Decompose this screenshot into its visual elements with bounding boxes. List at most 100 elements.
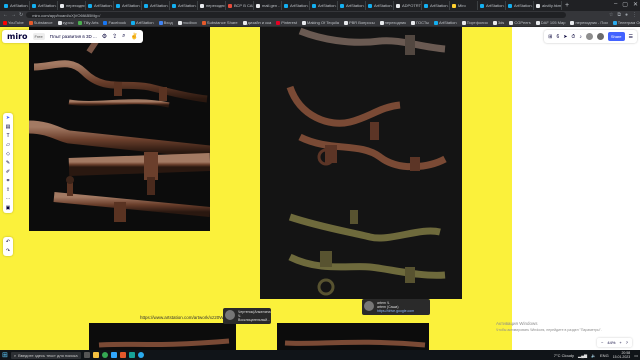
pipe-render-1[interactable] xyxy=(29,27,210,231)
zoom-in-icon[interactable]: + xyxy=(619,340,621,345)
shape-icon[interactable]: ◇ xyxy=(6,151,10,157)
browser-tab[interactable]: ADPOTRT 6880 xyxy=(394,1,422,10)
browser-tab[interactable]: переходник - Пои xyxy=(198,1,226,10)
comment-bubble-2[interactable]: artem Ч. artem (Саша) https://drive.goog… xyxy=(362,299,430,315)
board-link-text[interactable]: https://www.artstation.com/artwork/xz20W… xyxy=(140,315,229,320)
browser-tab[interactable]: ArtStation - Old xyxy=(30,1,58,10)
bookmark-item[interactable]: Substance xyxy=(28,20,53,25)
bookmark-item[interactable]: ГОСТы xyxy=(411,20,429,25)
redo-icon[interactable]: ↷ xyxy=(6,248,10,254)
share-button[interactable]: Share xyxy=(607,32,625,41)
text-icon[interactable]: T xyxy=(6,133,9,139)
bookmark-item[interactable]: YouTube xyxy=(3,20,24,25)
grid-icon[interactable]: ⊞ xyxy=(548,34,552,40)
comment-bubble-1[interactable]: Чертенок(Анжелина Ч. Восклицательный... xyxy=(223,308,271,324)
language-indicator[interactable]: ENG xyxy=(600,353,609,358)
timer-icon[interactable]: ⏱ xyxy=(571,34,575,40)
bookmark-item[interactable]: PBR Вопросы xyxy=(343,20,375,25)
browser-tab[interactable]: ВСР В САРАТО xyxy=(226,1,254,10)
task-view-icon[interactable] xyxy=(83,352,90,358)
browser-tab[interactable]: ArtStation - Sec xyxy=(282,1,310,10)
bookmark-item[interactable]: ArtStation xyxy=(433,20,457,25)
upload-icon[interactable]: ⇧ xyxy=(6,187,10,193)
comment-icon[interactable]: ✐ xyxy=(6,169,10,175)
browser-tab[interactable]: ArtStation - Mari xyxy=(142,1,170,10)
template-icon[interactable]: ▤ xyxy=(6,124,11,130)
bookmark-item[interactable]: дизайн и ска xyxy=(242,20,271,25)
forward-icon[interactable]: → xyxy=(11,12,16,18)
cursor-icon[interactable]: ➤ xyxy=(6,115,10,121)
search-icon[interactable]: ⌕ xyxy=(122,33,125,40)
browser-tab[interactable]: ArtStation - Rus xyxy=(422,1,450,10)
network-icon[interactable]: ▂▄▆ xyxy=(578,353,587,358)
miro-logo[interactable]: miro xyxy=(7,32,28,41)
browser-tab[interactable]: ArtStation - Pipe xyxy=(86,1,114,10)
export-icon[interactable]: ⇪ xyxy=(112,33,117,40)
3dsmax-icon[interactable] xyxy=(128,352,135,358)
notifications-icon[interactable]: ▭ xyxy=(634,353,638,358)
bookmark-item[interactable]: Tilly Arts xyxy=(78,20,98,25)
bookmark-item[interactable]: Making Of Tequila xyxy=(301,20,339,25)
bookmark-item[interactable]: курсы xyxy=(57,20,73,25)
bookmark-item[interactable]: переходник xyxy=(379,20,406,25)
frame-icon[interactable]: ⌗ xyxy=(7,178,10,184)
bookmark-item[interactable]: Телеграм Онлайн xyxy=(612,20,640,25)
pipe-render-4[interactable] xyxy=(277,323,429,350)
sticky-note-icon[interactable]: ▱ xyxy=(6,142,10,148)
bookmark-item[interactable]: Facebook xyxy=(103,20,126,25)
substance-icon[interactable] xyxy=(119,352,126,358)
pen-icon[interactable]: ✎ xyxy=(6,160,10,166)
board-title[interactable]: Плыт развития в 3D ... xyxy=(50,34,97,39)
browser-tab[interactable]: ArtStation - Sec xyxy=(366,1,394,10)
browser-tab[interactable]: ArtStation - Mari xyxy=(2,1,30,10)
browser-tab[interactable]: ArtStation - Gen xyxy=(506,1,534,10)
bookmark-item[interactable]: Вход xyxy=(158,20,173,25)
browser-tab[interactable]: Miro xyxy=(450,1,478,10)
settings-icon[interactable]: ⚙ xyxy=(102,33,107,40)
avatar[interactable] xyxy=(585,33,593,40)
bookmark-item[interactable]: переходник - Пои xyxy=(570,20,608,25)
windows-start-icon[interactable]: ⊞ xyxy=(2,351,8,359)
profile-icon[interactable]: ● xyxy=(625,12,628,18)
pointer-icon[interactable]: ➤ xyxy=(563,34,567,40)
volume-icon[interactable]: 🔈 xyxy=(591,353,596,358)
menu-icon[interactable]: ⋮ xyxy=(632,12,637,18)
more-icon[interactable]: ⋯ xyxy=(6,196,11,202)
taskbar-search-input[interactable]: ⌕ Введите здесь текст для поиска xyxy=(10,351,81,359)
maximize-icon[interactable]: ▢ xyxy=(622,1,628,8)
bookmark-item[interactable]: DAF 105 Map xyxy=(535,20,565,25)
bookmark-item[interactable]: 3ds xyxy=(492,20,504,25)
minimize-icon[interactable]: – xyxy=(614,1,617,8)
browser-tab[interactable]: akvilly.hkm-mo xyxy=(534,1,562,10)
zoom-level[interactable]: 44% xyxy=(607,340,615,345)
bookmark-item[interactable]: CGPeers xyxy=(509,20,531,25)
browser-tab[interactable]: ArtStation - Sec xyxy=(478,1,506,10)
reactions-icon[interactable]: ✌ xyxy=(131,33,138,40)
explorer-icon[interactable] xyxy=(92,352,99,358)
url-input[interactable]: miro.com/app/board/uXjVO6fAB5Mg=/ xyxy=(26,12,567,18)
pipe-render-3[interactable] xyxy=(89,323,236,350)
bookmark-item[interactable]: ArtStation xyxy=(131,20,154,25)
miro-canvas[interactable]: https://www.artstation.com/artwork/xz20W… xyxy=(0,27,640,350)
telegram-icon[interactable] xyxy=(137,352,144,358)
weather-text[interactable]: 7°C Cloudy xyxy=(554,353,574,358)
clock[interactable]: 20:58 15.01.2023 xyxy=(613,351,631,359)
menu-icon[interactable]: ☰ xyxy=(629,34,633,40)
help-icon[interactable]: ? xyxy=(626,340,628,345)
photoshop-icon[interactable] xyxy=(110,352,117,358)
new-tab-icon[interactable]: + xyxy=(562,2,572,9)
back-icon[interactable]: ← xyxy=(3,12,8,18)
comment-link[interactable]: https://drive.google.com xyxy=(377,309,414,313)
browser-tab[interactable]: ArtStation - Sec xyxy=(338,1,366,10)
bookmark-item[interactable]: Substance Share xyxy=(201,20,238,25)
extensions-icon[interactable]: ⧉ xyxy=(617,12,621,18)
reload-icon[interactable]: ↻ xyxy=(19,12,23,18)
close-icon[interactable]: ✕ xyxy=(633,1,638,8)
undo-icon[interactable]: ↶ xyxy=(6,239,10,245)
pipe-render-2[interactable] xyxy=(260,27,462,299)
bookmark-item[interactable]: mudbox xyxy=(177,20,197,25)
browser-tab[interactable]: mail.gen - Поис xyxy=(254,1,282,10)
zoom-out-icon[interactable]: − xyxy=(601,340,603,345)
bookmark-item[interactable]: Портфолио xyxy=(461,20,488,25)
chrome-icon[interactable] xyxy=(101,352,108,358)
